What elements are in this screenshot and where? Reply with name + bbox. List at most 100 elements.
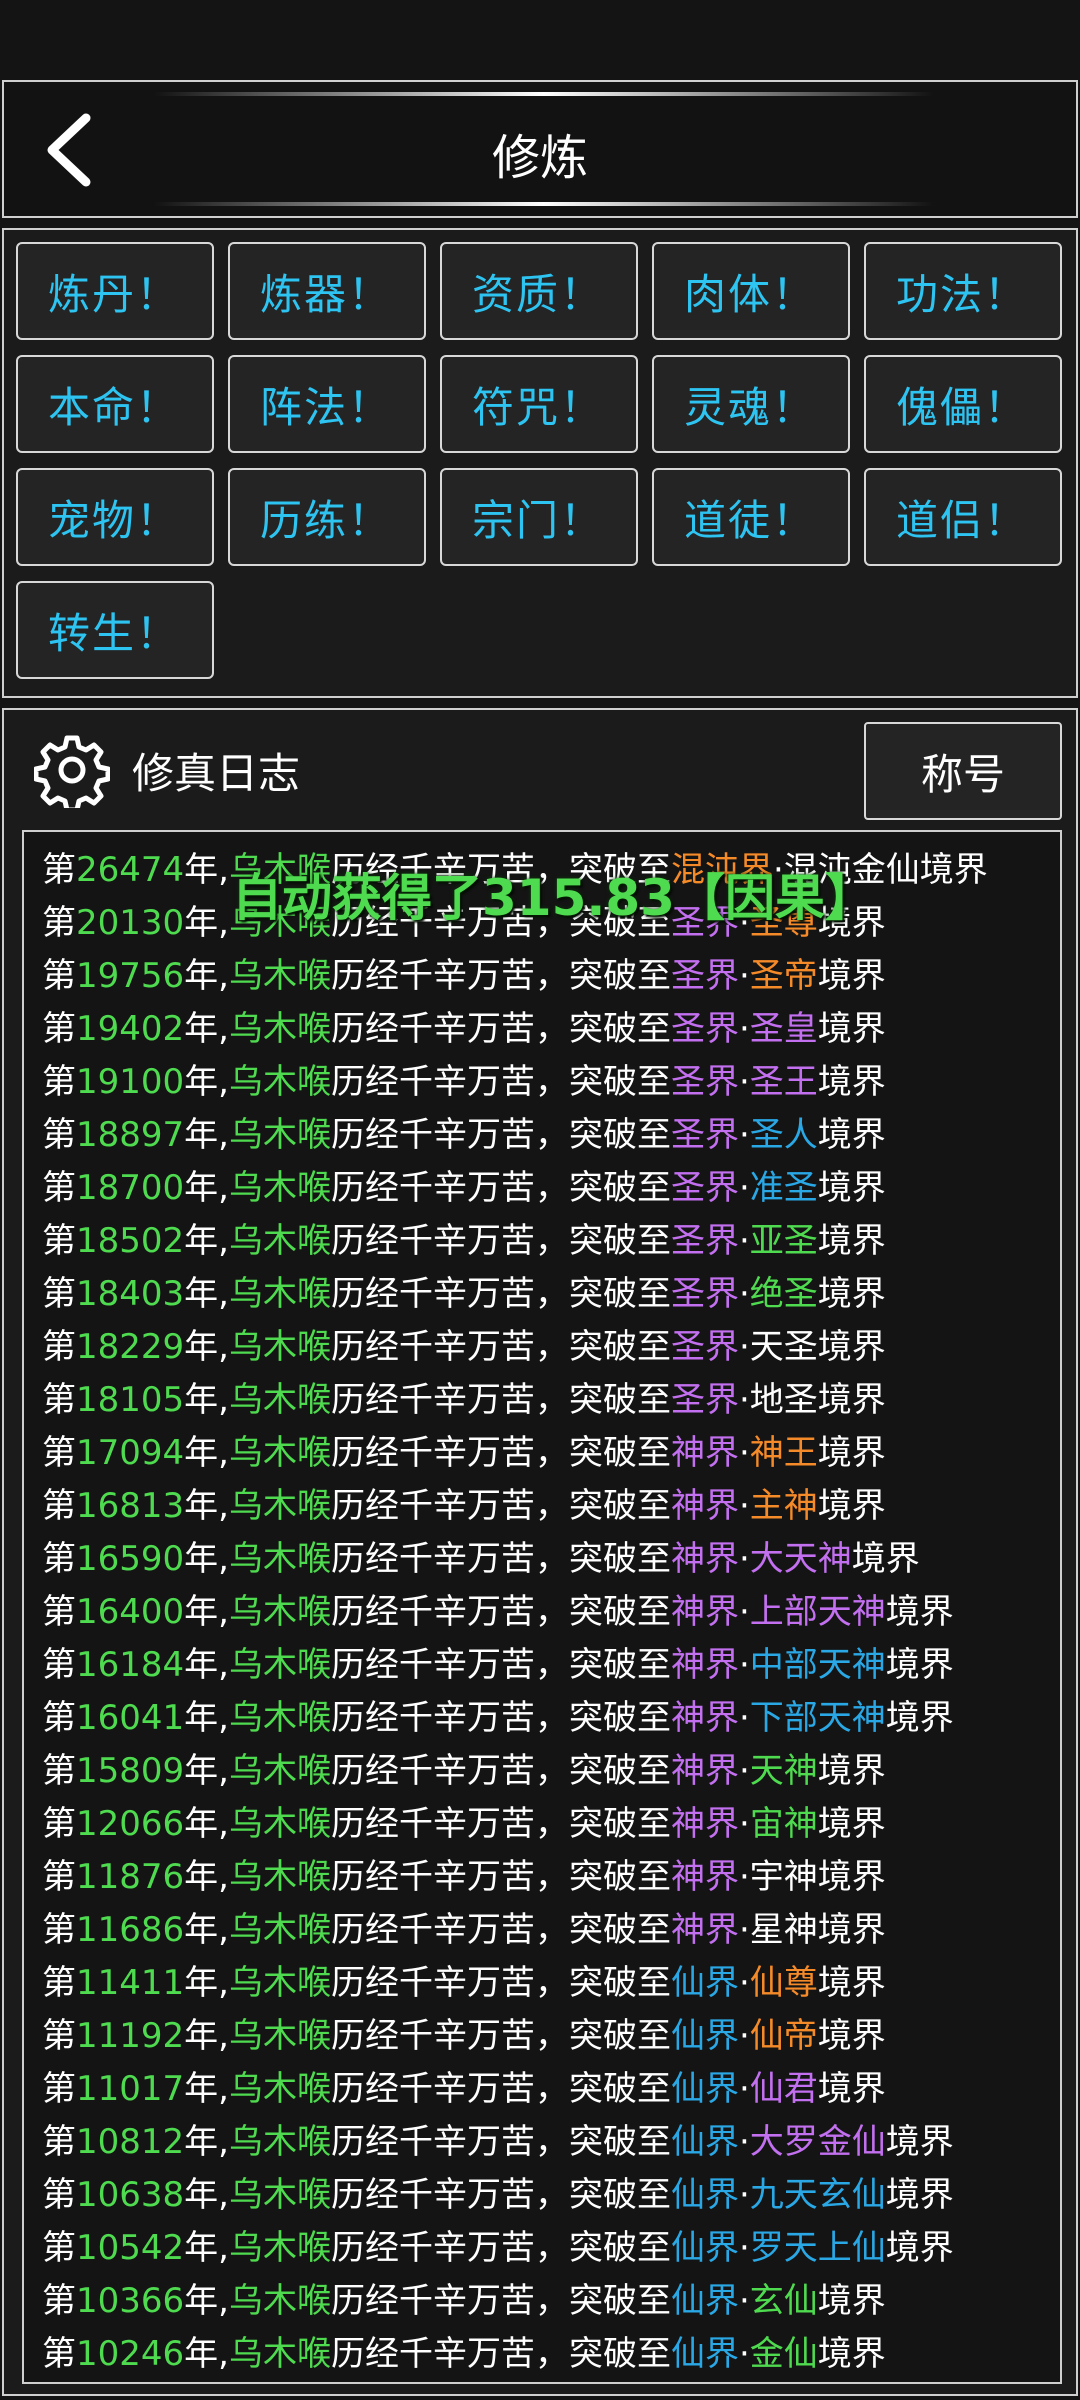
log-year-suffix: 年,: [184, 1910, 229, 1950]
log-year-suffix: 年,: [184, 1698, 229, 1738]
log-character-name: 乌木喉: [228, 2016, 331, 2056]
log-realm: 圣界: [670, 956, 739, 996]
log-year-suffix: 年,: [184, 2016, 229, 2056]
log-realm: 仙界: [670, 1963, 739, 2003]
body-button[interactable]: 肉体！: [652, 242, 850, 340]
log-realm: 仙界: [670, 2016, 739, 2056]
puppet-button[interactable]: 傀儡！: [864, 355, 1062, 453]
log-year-prefix: 第: [42, 850, 76, 890]
log-year: 18229: [76, 1327, 185, 1367]
formation-button[interactable]: 阵法！: [228, 355, 426, 453]
log-year-prefix: 第: [42, 1857, 76, 1897]
log-middle-text: 历经千辛万苦，突破至: [330, 2281, 671, 2321]
log-year: 11017: [76, 2069, 185, 2109]
pet-button[interactable]: 宠物！: [16, 468, 214, 566]
header-bar: 修炼: [2, 80, 1078, 218]
log-entry: 第18502年,乌木喉历经千辛万苦，突破至圣界·亚圣境界: [42, 1215, 1060, 1268]
alchemy-button[interactable]: 炼丹！: [16, 242, 214, 340]
log-rank: 仙帝: [749, 2016, 818, 2056]
log-year: 16184: [76, 1645, 185, 1685]
log-year: 10366: [76, 2281, 185, 2321]
log-year-suffix: 年,: [184, 1274, 229, 1314]
log-year-prefix: 第: [42, 1221, 76, 1261]
header-glow-top: [154, 92, 934, 96]
log-rank: 神王: [749, 1433, 818, 1473]
rebirth-button[interactable]: 转生！: [16, 581, 214, 679]
title-button[interactable]: 称号: [864, 722, 1062, 820]
log-separator: ·: [738, 1910, 750, 1950]
log-year: 16813: [76, 1486, 185, 1526]
log-separator: ·: [738, 1433, 750, 1473]
log-suffix: 境界: [817, 2069, 886, 2109]
log-realm: 圣界: [670, 1274, 739, 1314]
log-separator: ·: [738, 2069, 750, 2109]
companion-button[interactable]: 道侣！: [864, 468, 1062, 566]
log-year: 26474: [76, 850, 185, 890]
log-entry: 第17094年,乌木喉历经千辛万苦，突破至神界·神王境界: [42, 1427, 1060, 1480]
log-character-name: 乌木喉: [228, 1910, 331, 1950]
log-entry: 第19756年,乌木喉历经千辛万苦，突破至圣界·圣帝境界: [42, 950, 1060, 1003]
sect-button[interactable]: 宗门！: [440, 468, 638, 566]
log-suffix: 境界: [817, 1433, 886, 1473]
log-separator: ·: [738, 1115, 750, 1155]
log-realm: 神界: [670, 1486, 739, 1526]
log-entry: 第19402年,乌木喉历经千辛万苦，突破至圣界·圣皇境界: [42, 1003, 1060, 1056]
log-suffix: 境界: [817, 1115, 886, 1155]
log-entry: 第18897年,乌木喉历经千辛万苦，突破至圣界·圣人境界: [42, 1109, 1060, 1162]
technique-button[interactable]: 功法！: [864, 242, 1062, 340]
log-year: 18502: [76, 1221, 185, 1261]
log-year-prefix: 第: [42, 1963, 76, 2003]
soul-button[interactable]: 灵魂！: [652, 355, 850, 453]
log-year-suffix: 年,: [184, 1804, 229, 1844]
log-list-box[interactable]: 第26474年,乌木喉历经千辛万苦，突破至混沌界·混沌金仙境界 第20130年,乌…: [22, 830, 1062, 2384]
log-separator: ·: [738, 1645, 750, 1685]
log-separator: ·: [738, 1168, 750, 1208]
log-year-prefix: 第: [42, 903, 76, 943]
log-suffix: 境界: [817, 1857, 886, 1897]
log-separator: ·: [738, 1963, 750, 2003]
log-realm: 神界: [670, 1804, 739, 1844]
log-rank: 金仙: [749, 2334, 818, 2374]
log-suffix: 境界: [919, 850, 988, 890]
log-realm: 圣界: [670, 1062, 739, 1102]
log-year-suffix: 年,: [184, 1009, 229, 1049]
log-year-prefix: 第: [42, 1645, 76, 1685]
log-entry: 第10812年,乌木喉历经千辛万苦，突破至仙界·大罗金仙境界: [42, 2116, 1060, 2169]
log-middle-text: 历经千辛万苦，突破至: [330, 1910, 671, 1950]
log-middle-text: 历经千辛万苦，突破至: [330, 1486, 671, 1526]
log-year-prefix: 第: [42, 1115, 76, 1155]
log-suffix: 境界: [885, 2122, 954, 2162]
log-suffix: 境界: [817, 1327, 886, 1367]
talisman-button[interactable]: 符咒！: [440, 355, 638, 453]
log-separator: ·: [738, 2175, 750, 2215]
training-button[interactable]: 历练！: [228, 468, 426, 566]
gear-icon[interactable]: [34, 732, 110, 808]
log-realm: 仙界: [670, 2069, 739, 2109]
log-entry: 第10542年,乌木喉历经千辛万苦，突破至仙界·罗天上仙境界: [42, 2222, 1060, 2275]
log-character-name: 乌木喉: [228, 2281, 331, 2321]
log-separator: ·: [738, 1698, 750, 1738]
forging-button[interactable]: 炼器！: [228, 242, 426, 340]
log-middle-text: 历经千辛万苦，突破至: [330, 2334, 671, 2374]
log-year-prefix: 第: [42, 2334, 76, 2374]
log-separator: ·: [738, 1221, 750, 1261]
aptitude-button[interactable]: 资质！: [440, 242, 638, 340]
log-year: 19402: [76, 1009, 185, 1049]
log-year-prefix: 第: [42, 1009, 76, 1049]
log-realm: 圣界: [670, 1380, 739, 1420]
log-middle-text: 历经千辛万苦，突破至: [330, 1645, 671, 1685]
log-year-suffix: 年,: [184, 1062, 229, 1102]
log-realm: 神界: [670, 1433, 739, 1473]
log-year: 11876: [76, 1857, 185, 1897]
disciple-button[interactable]: 道徒！: [652, 468, 850, 566]
log-middle-text: 历经千辛万苦，突破至: [330, 1115, 671, 1155]
log-year: 10638: [76, 2175, 185, 2215]
log-entry: 第16400年,乌木喉历经千辛万苦，突破至神界·上部天神境界: [42, 1586, 1060, 1639]
log-separator: ·: [738, 1857, 750, 1897]
log-year-suffix: 年,: [184, 956, 229, 996]
log-suffix: 境界: [885, 1592, 954, 1632]
log-rank: 地圣: [749, 1380, 818, 1420]
natal-button[interactable]: 本命！: [16, 355, 214, 453]
log-middle-text: 历经千辛万苦，突破至: [330, 1221, 671, 1261]
log-character-name: 乌木喉: [228, 1698, 331, 1738]
